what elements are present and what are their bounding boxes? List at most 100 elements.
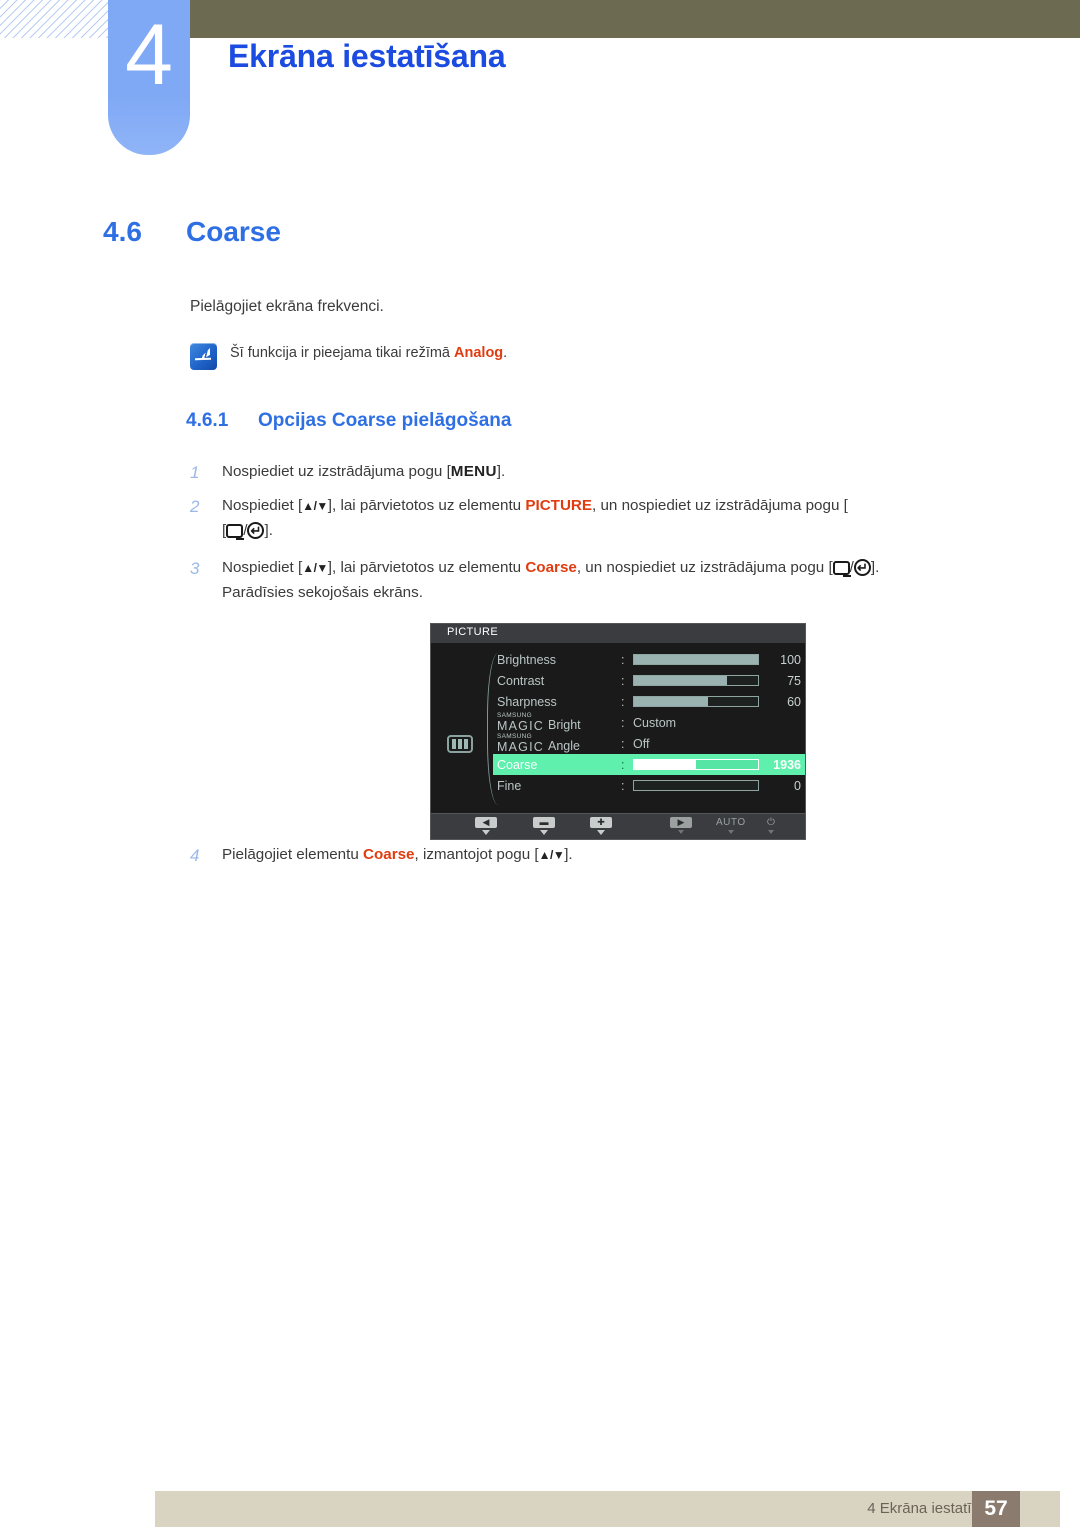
osd-label-word: Bright (547, 718, 581, 732)
osd-label: Brightness (497, 652, 557, 667)
header-olive-bar (190, 0, 1080, 38)
coarse-highlight: Coarse (525, 559, 577, 576)
intro-paragraph: Pielāgojiet ekrāna frekvenci. (190, 298, 384, 315)
osd-row-list: Brightness : 100 Contrast : 75 Sharpness… (493, 649, 805, 796)
menu-key-label: MENU (450, 463, 497, 480)
step-item-4: 4 Pielāgojiet elementu Coarse, izmantojo… (190, 843, 573, 869)
osd-colon: : (621, 652, 625, 667)
source-box-icon (226, 523, 245, 540)
step-number: 3 (190, 559, 200, 578)
osd-label: Contrast (497, 673, 545, 688)
osd-row-magicbright[interactable]: SAMSUNG MAGIC Bright : Custom (493, 712, 805, 733)
osd-colon: : (621, 757, 625, 772)
osd-body: Brightness : 100 Contrast : 75 Sharpness… (431, 643, 805, 815)
step-text: Nospiediet [▲/▼], lai pārvietotos uz ele… (222, 494, 848, 543)
osd-value: 60 (787, 694, 801, 709)
section-title: Coarse (186, 216, 281, 247)
samsung-magic-logo: SAMSUNG MAGIC (497, 733, 544, 754)
osd-label: SAMSUNG MAGIC Bright (493, 712, 621, 733)
coarse-highlight: Coarse (363, 846, 415, 863)
osd-slider[interactable] (633, 675, 759, 686)
step1-part1: Nospiediet uz izstrādājuma pogu [ (222, 463, 451, 480)
step-item-1: 1 Nospiediet uz izstrādājuma pogu [MENU]… (190, 460, 505, 486)
osd-row-coarse-selected[interactable]: Coarse : 1936 (493, 754, 805, 775)
step2-part2: ], lai pārvietotos uz elementu (327, 497, 526, 514)
step3-part5: Parādīsies sekojošais ekrāns. (222, 583, 423, 601)
up-down-arrows-icon: ▲/▼ (302, 561, 328, 575)
right-arrow-icon: ▶ (670, 817, 692, 828)
document-page: 4 Ekrāna iestatīšana 4.6 Coarse Pielāgoj… (0, 0, 1080, 1527)
step3-part3: , un nospiediet uz izstrādājuma pogu [ (576, 559, 833, 576)
osd-row-fine[interactable]: Fine : 0 (493, 775, 805, 796)
step-text: Pielāgojiet elementu Coarse, izmantojot … (222, 843, 573, 868)
power-button[interactable]: ⏻ (767, 817, 775, 834)
osd-label: Coarse (497, 757, 538, 772)
source-box-icon (832, 561, 851, 577)
plus-icon: ✚ (590, 817, 612, 828)
osd-slider[interactable] (633, 780, 759, 791)
subsection-title: Opcijas Coarse pielāgošana (258, 410, 512, 431)
section-number: 4.6 (103, 216, 142, 247)
step-text: Nospiediet uz izstrādājuma pogu [MENU]. (222, 460, 505, 485)
up-down-arrows-icon: ▲/▼ (302, 499, 328, 513)
osd-colon: : (621, 778, 625, 793)
note-highlight: Analog (454, 345, 504, 361)
note-text-before: Šī funkcija ir pieejama tikai režīmā (230, 345, 455, 361)
left-arrow-button[interactable]: ◀ (475, 817, 497, 835)
note-text-after: . (503, 345, 508, 361)
osd-slider[interactable] (633, 696, 759, 707)
osd-slider[interactable] (633, 654, 759, 665)
osd-colon: : (621, 694, 625, 709)
osd-footer-bar: ◀ ▬ ✚ ▶ AUTO ⏻ (431, 813, 805, 839)
step3-part4: ]. (870, 559, 880, 576)
osd-colon: : (621, 673, 625, 688)
auto-button[interactable]: AUTO (716, 817, 746, 834)
minus-icon: ▬ (533, 817, 555, 828)
subsection-number: 4.6.1 (186, 410, 229, 431)
osd-title-bar: PICTURE (431, 624, 805, 643)
step2-part3: , un nospiediet uz izstrādājuma pogu [ (592, 497, 848, 514)
plus-button[interactable]: ✚ (590, 817, 612, 835)
step1-part2: ]. (496, 463, 506, 480)
note-text: Šī funkcija ir pieejama tikai režīmā Ana… (230, 341, 507, 361)
picture-highlight: PICTURE (525, 497, 593, 514)
osd-value: Off (633, 736, 650, 751)
button-tick-icon (678, 830, 684, 834)
chapter-title: Ekrāna iestatīšana (228, 38, 506, 74)
step-number: 2 (190, 497, 200, 516)
enter-key-icon (853, 557, 871, 578)
step2-part1: Nospiediet [ (222, 497, 303, 514)
button-tick-icon (727, 830, 734, 834)
minus-button[interactable]: ▬ (533, 817, 555, 835)
footer-page-number: 57 (972, 1491, 1020, 1527)
button-tick-icon (540, 830, 548, 835)
magic-logo-text: MAGIC (497, 739, 544, 754)
step4-part3: ]. (564, 846, 573, 863)
osd-row-sharpness[interactable]: Sharpness : 60 (493, 691, 805, 712)
osd-menu-screenshot: PICTURE Brightness : 100 Contrast : 75 S… (430, 623, 806, 840)
step4-part2: , izmantojot pogu [ (414, 846, 539, 863)
step3-part1: Nospiediet [ (222, 559, 303, 576)
step-item-3: 3 Nospiediet [▲/▼], lai pārvietotos uz e… (190, 556, 879, 605)
osd-slider[interactable] (633, 759, 759, 770)
osd-label: SAMSUNG MAGIC Angle (493, 733, 621, 754)
step2-part4: ]. (264, 521, 273, 539)
osd-row-contrast[interactable]: Contrast : 75 (493, 670, 805, 691)
osd-value: 100 (780, 652, 801, 667)
osd-row-brightness[interactable]: Brightness : 100 (493, 649, 805, 670)
note-block: Šī funkcija ir pieejama tikai režīmā Ana… (190, 341, 507, 370)
step-number: 4 (190, 846, 200, 865)
right-arrow-button[interactable]: ▶ (670, 817, 692, 834)
step4-part1: Pielāgojiet elementu (222, 846, 363, 863)
note-pen-icon (190, 343, 217, 370)
osd-value: Custom (633, 715, 677, 730)
samsung-magic-logo: SAMSUNG MAGIC (497, 712, 544, 733)
chapter-number-badge: 4 (108, 0, 190, 155)
magic-logo-text: MAGIC (497, 718, 544, 733)
osd-colon: : (621, 715, 625, 730)
osd-row-magicangle[interactable]: SAMSUNG MAGIC Angle : Off (493, 733, 805, 754)
osd-colon: : (621, 736, 625, 751)
step-number: 1 (190, 463, 200, 482)
step-text: Nospiediet [▲/▼], lai pārvietotos uz ele… (222, 556, 879, 605)
osd-label: Fine (497, 778, 522, 793)
